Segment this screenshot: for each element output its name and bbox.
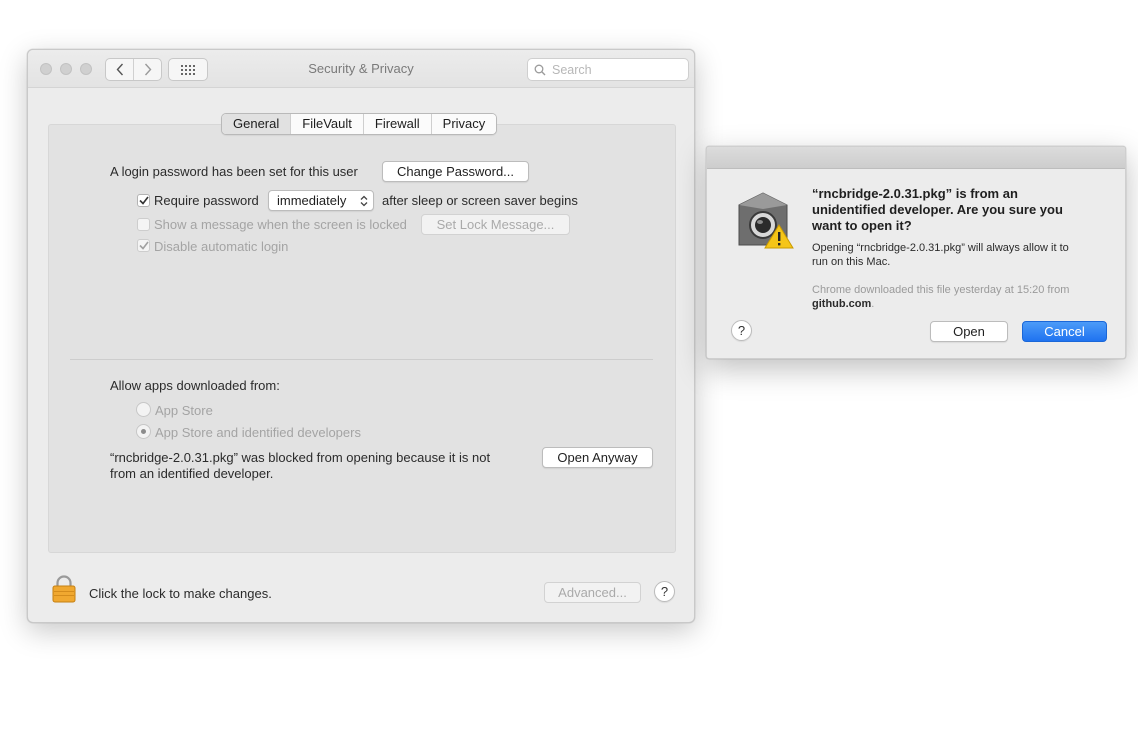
dialog-info: Opening “rncbridge-2.0.31.pkg” will alwa…: [812, 241, 1112, 269]
updown-chevron-icon: [360, 195, 368, 207]
dialog-source-period: .: [871, 298, 875, 310]
blocked-message-line2: from an identified developer.: [110, 466, 274, 481]
dialog-info-line2: run on this Mac.: [812, 256, 891, 268]
security-privacy-window: Security & Privacy General FileVault Fir…: [27, 49, 695, 623]
login-password-text: A login password has been set for this u…: [110, 164, 358, 179]
blocked-message-line1: “rncbridge-2.0.31.pkg” was blocked from …: [110, 450, 491, 465]
radio-app-store[interactable]: [136, 402, 151, 417]
allow-apps-label: Allow apps downloaded from:: [110, 378, 280, 393]
general-panel: [48, 124, 676, 553]
radio-app-store-label: App Store: [155, 403, 213, 418]
show-message-label: Show a message when the screen is locked: [154, 217, 407, 232]
require-password-delay-select[interactable]: immediately: [268, 190, 374, 211]
change-password-button[interactable]: Change Password...: [382, 161, 529, 182]
disable-auto-login-checkbox[interactable]: [137, 239, 150, 252]
tab-general[interactable]: General: [222, 114, 291, 134]
show-message-checkbox[interactable]: [137, 218, 150, 231]
dialog-source: Chrome downloaded this file yesterday at…: [812, 283, 1112, 311]
dialog-source-line: Chrome downloaded this file yesterday at…: [812, 284, 1070, 296]
advanced-button[interactable]: Advanced...: [544, 582, 641, 603]
checkmark-icon: [138, 241, 149, 250]
radio-app-store-identified[interactable]: [136, 424, 151, 439]
tab-filevault[interactable]: FileVault: [290, 114, 363, 134]
search-icon: [534, 64, 546, 76]
tab-privacy[interactable]: Privacy: [430, 114, 497, 134]
dialog-help-button[interactable]: ?: [731, 320, 752, 341]
dialog-source-domain: github.com: [812, 298, 872, 310]
dialog-title-bar: [707, 147, 1125, 169]
open-button[interactable]: Open: [930, 321, 1008, 342]
tab-bar: General FileVault Firewall Privacy: [221, 113, 498, 135]
help-button[interactable]: ?: [654, 581, 675, 602]
dialog-title-line1: “rncbridge-2.0.31.pkg” is from an: [812, 186, 1018, 201]
checkmark-icon: [138, 196, 149, 205]
search-field[interactable]: [527, 58, 689, 81]
dialog-info-line1: Opening “rncbridge-2.0.31.pkg” will alwa…: [812, 242, 1069, 254]
unidentified-developer-dialog: “rncbridge-2.0.31.pkg” is from an uniden…: [706, 146, 1126, 359]
title-bar: Security & Privacy: [28, 50, 694, 88]
search-input[interactable]: [550, 61, 680, 78]
lock-icon[interactable]: [52, 575, 76, 606]
require-password-suffix: after sleep or screen saver begins: [382, 193, 578, 208]
gatekeeper-warning-icon: [733, 191, 795, 252]
tab-firewall[interactable]: Firewall: [362, 114, 431, 134]
dialog-title: “rncbridge-2.0.31.pkg” is from an uniden…: [812, 186, 1112, 234]
lock-text: Click the lock to make changes.: [89, 586, 272, 601]
require-password-checkbox[interactable]: [137, 194, 150, 207]
disable-auto-login-label: Disable automatic login: [154, 239, 289, 254]
cancel-button[interactable]: Cancel: [1022, 321, 1107, 342]
require-password-delay-value: immediately: [277, 193, 347, 208]
open-anyway-button[interactable]: Open Anyway: [542, 447, 653, 468]
section-divider: [70, 359, 653, 360]
dialog-title-line2: unidentified developer. Are you sure you: [812, 202, 1063, 217]
dialog-title-line3: want to open it?: [812, 218, 912, 233]
set-lock-message-button[interactable]: Set Lock Message...: [421, 214, 570, 235]
require-password-label: Require password: [154, 193, 259, 208]
radio-app-store-identified-label: App Store and identified developers: [155, 425, 361, 440]
